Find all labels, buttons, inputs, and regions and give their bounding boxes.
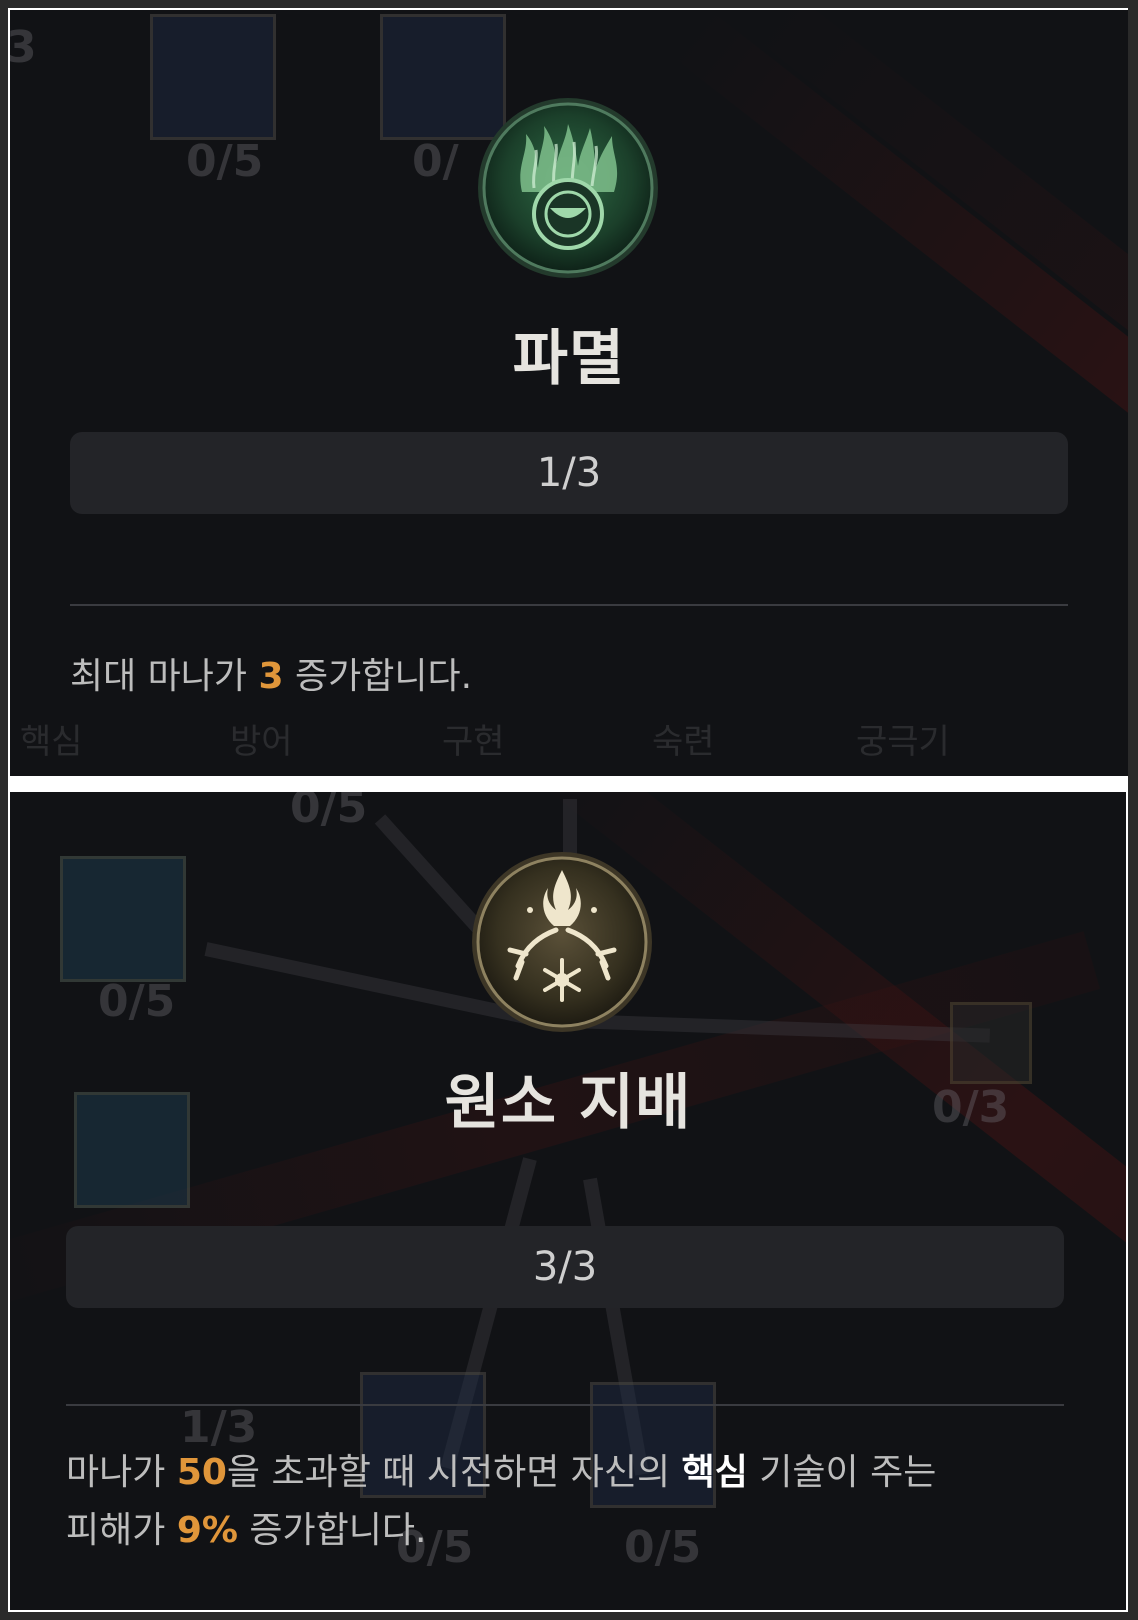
bg-corner-count: 3 xyxy=(10,22,37,73)
description-text: 최대 마나가 xyxy=(70,656,259,697)
keyword-core: 핵심 xyxy=(681,1452,748,1493)
bg-tab-defense: 방어 xyxy=(230,722,293,762)
elemental-fire-frost-icon xyxy=(470,850,654,1034)
bg-tab-core: 핵심 xyxy=(20,722,83,762)
description-line-1: 마나가 50을 초과할 때 시전하면 자신의 핵심 기술이 주는 xyxy=(66,1444,1106,1502)
description-text: 마나가 xyxy=(66,1452,177,1493)
description-text: 증가합니다. xyxy=(283,656,473,697)
highlight-value: 3 xyxy=(258,656,284,697)
divider xyxy=(70,604,1068,606)
bg-node-count: 0/5 xyxy=(290,792,368,833)
skill-title: 파멸 xyxy=(512,324,626,394)
description-text: 증가합니다. xyxy=(237,1510,427,1551)
description-text: 기술이 주는 xyxy=(747,1452,937,1493)
rank-indicator: 3/3 xyxy=(66,1226,1064,1308)
description-text: 을 초과할 때 시전하면 자신의 xyxy=(226,1452,682,1493)
description-line-2: 피해가 9% 증가합니다. xyxy=(66,1502,1106,1560)
bg-node-count: 0/5 xyxy=(186,136,264,187)
highlight-value: 9% xyxy=(176,1510,238,1551)
bg-tab-mastery: 숙련 xyxy=(652,722,715,762)
skill-description: 최대 마나가 3 증가합니다. xyxy=(70,648,1070,706)
description-text: 피해가 xyxy=(66,1510,177,1551)
bg-node-count: 0/ xyxy=(412,136,459,187)
highlight-value: 50 xyxy=(176,1452,227,1493)
bg-connector xyxy=(440,1157,537,1470)
divider xyxy=(66,1404,1064,1406)
tooltip-panel-top: 0/5 0/ 3 핵심 방어 구현 숙련 궁극기 파멸 1/3 최대 마나가 3… xyxy=(10,10,1128,776)
bg-skill-node xyxy=(60,856,186,982)
bg-connector xyxy=(583,1177,649,1476)
bg-tab-ultimate: 궁극기 xyxy=(856,722,950,762)
green-flame-chalice-icon xyxy=(476,96,660,280)
tooltip-panel-bottom: 0/5 0/5 0/3 1/3 0/5 0/5 원소 지배 3/3 마나가 50… xyxy=(10,792,1126,1610)
skill-description: 마나가 50을 초과할 때 시전하면 자신의 핵심 기술이 주는 피해가 9% … xyxy=(66,1444,1106,1560)
bg-skill-node xyxy=(150,14,276,140)
skill-title: 원소 지배 xyxy=(444,1068,692,1138)
bg-node-count: 0/5 xyxy=(98,976,176,1027)
bg-tab-conjuration: 구현 xyxy=(442,722,505,762)
rank-indicator: 1/3 xyxy=(70,432,1068,514)
